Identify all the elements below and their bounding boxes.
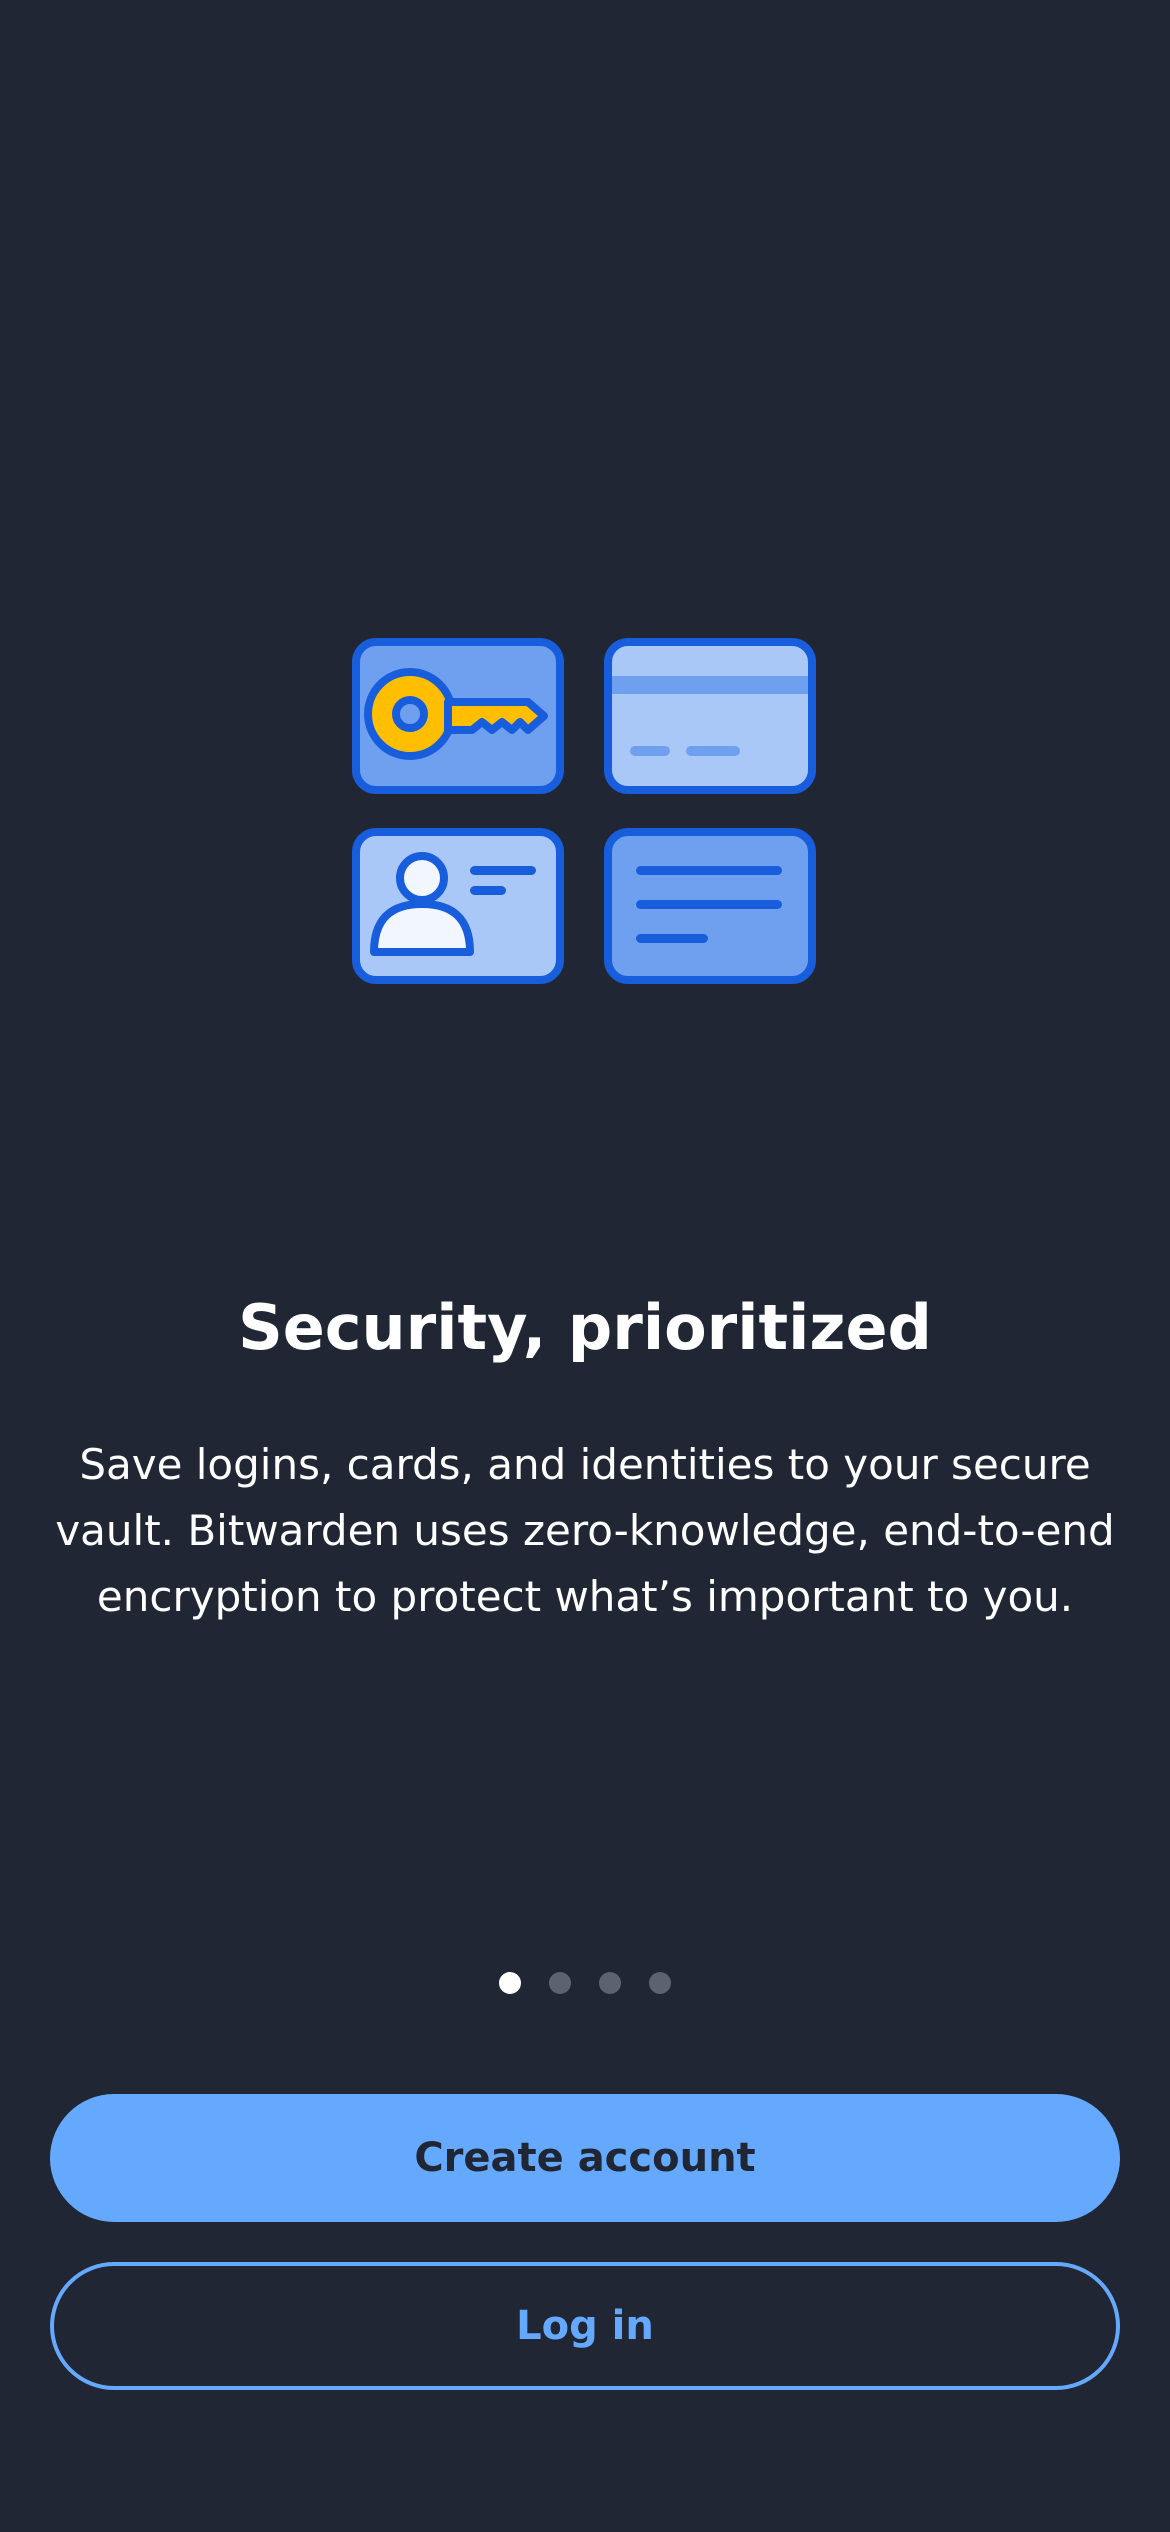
key-icon [352,638,564,794]
onboarding-title: Security, prioritized [238,1291,932,1364]
page-indicator [0,1972,1170,1994]
create-account-button[interactable]: Create account [50,2094,1120,2222]
onboarding-description: Save logins, cards, and identities to yo… [55,1440,1115,1621]
page-dot-4[interactable] [649,1972,671,1994]
page-dot-1[interactable] [499,1972,521,1994]
identity-icon [352,828,564,984]
page-dot-2[interactable] [549,1972,571,1994]
create-account-label: Create account [414,2135,756,2181]
login-button[interactable]: Log in [50,2262,1120,2390]
note-icon [604,828,816,984]
page-dot-3[interactable] [599,1972,621,1994]
card-icon [604,638,816,794]
login-label: Log in [516,2303,654,2349]
onboarding-illustration [352,638,818,986]
